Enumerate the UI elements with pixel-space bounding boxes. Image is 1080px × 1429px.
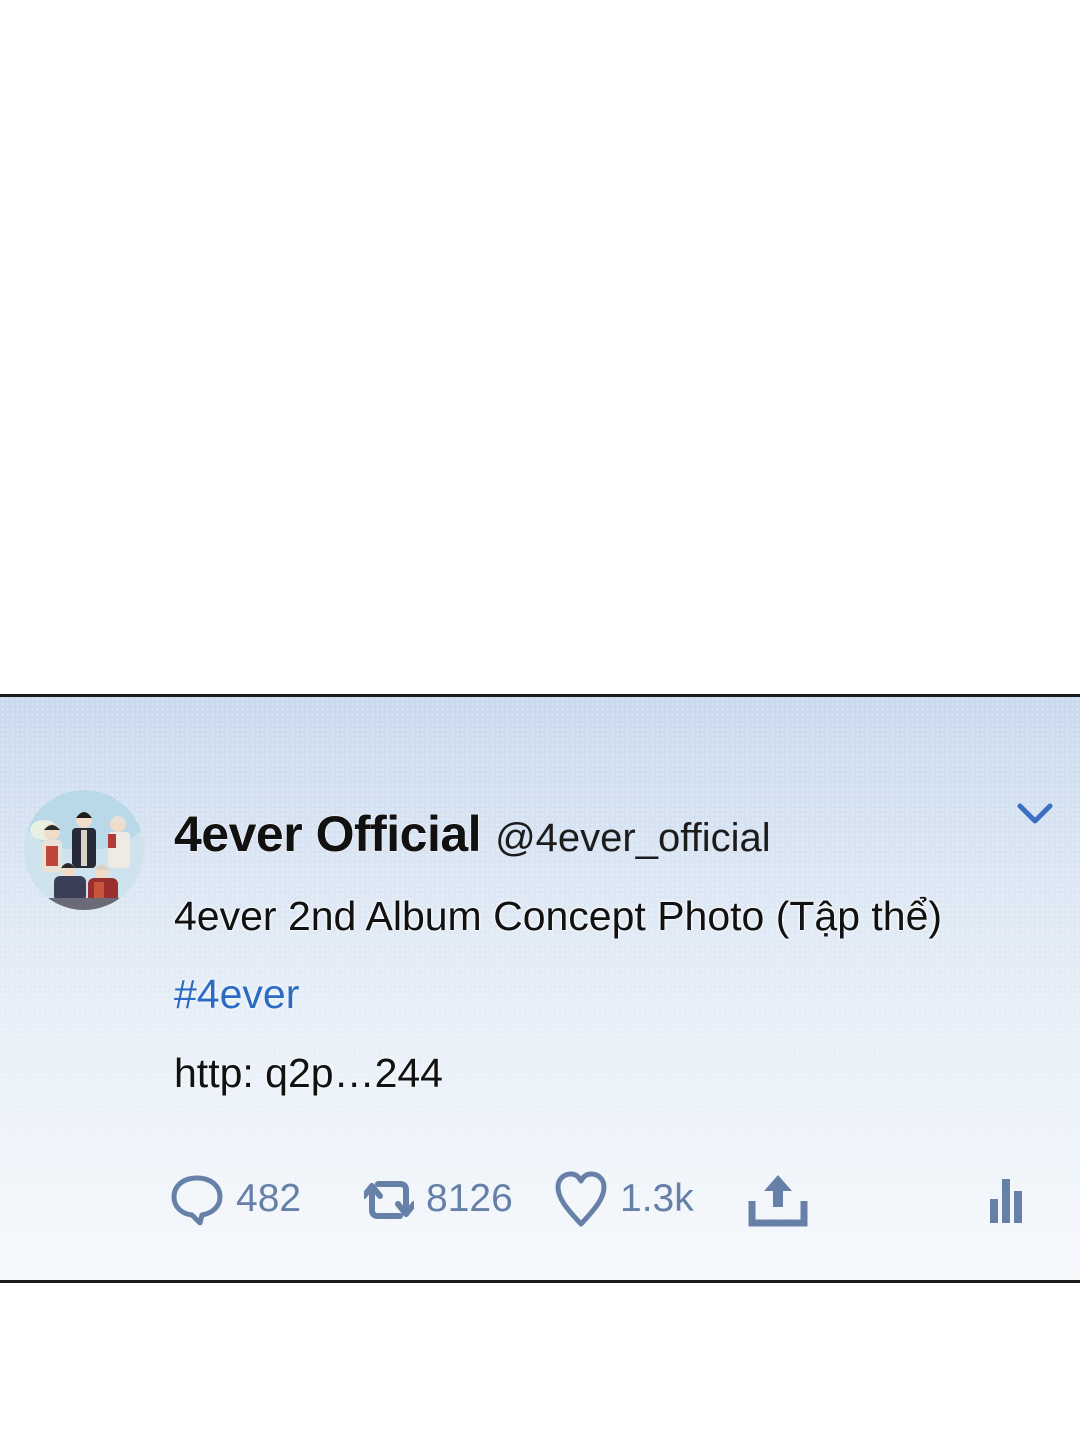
reply-count: 482 xyxy=(236,1177,302,1220)
share-upload-icon xyxy=(748,1175,808,1227)
tweet-text: 4ever 2nd Album Concept Photo (Tập thể) xyxy=(174,893,943,939)
like-button[interactable]: 1.3k xyxy=(554,1167,694,1231)
like-count: 1.3k xyxy=(620,1177,694,1220)
group-illustration-avatar-icon xyxy=(24,790,144,910)
user-handle[interactable]: @4ever_official xyxy=(495,816,771,860)
tweet-card[interactable]: 4ever Official @4ever_official 4ever 2nd … xyxy=(0,694,1080,1283)
share-button[interactable] xyxy=(748,1167,808,1231)
tweet-header: 4ever Official @4ever_official xyxy=(173,805,771,863)
reply-bubble-icon xyxy=(171,1175,223,1226)
hashtag-link[interactable]: #4ever xyxy=(174,971,299,1018)
display-name[interactable]: 4ever Official xyxy=(173,806,482,863)
bar-chart-icon xyxy=(990,1179,1022,1223)
avatar[interactable] xyxy=(24,790,144,910)
retweet-icon xyxy=(364,1181,414,1219)
chevron-down-icon[interactable] xyxy=(1016,801,1054,827)
page: 4ever Official @4ever_official 4ever 2nd … xyxy=(0,0,1080,1429)
retweet-count: 8126 xyxy=(426,1177,513,1220)
heart-icon xyxy=(555,1171,607,1227)
reply-button[interactable]: 482 xyxy=(170,1167,301,1231)
stats-button[interactable] xyxy=(986,1167,1028,1231)
retweet-button[interactable]: 8126 xyxy=(364,1167,513,1231)
tweet-url[interactable]: http: q2p…244 xyxy=(174,1050,443,1097)
